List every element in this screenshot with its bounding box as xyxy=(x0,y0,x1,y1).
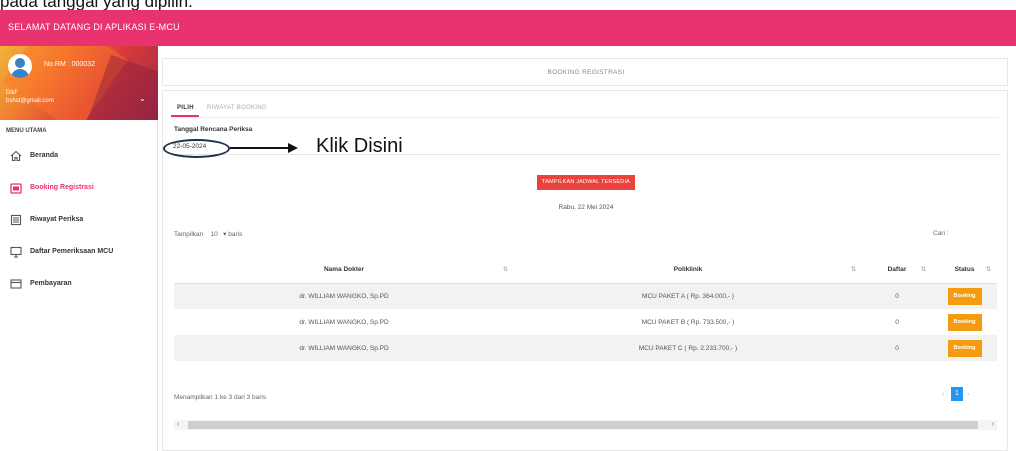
table-row: dr. WILLIAM WANGKO, Sp.PD MCU PAKET B ( … xyxy=(174,309,997,335)
daftar-cell: 0 xyxy=(862,335,932,361)
poliklinik-cell: MCU PAKET C ( Rp. 2.233.700,- ) xyxy=(514,335,862,361)
show-entries-prefix: Tampilkan xyxy=(174,231,204,238)
annotation-arrow xyxy=(230,147,290,149)
column-header-status[interactable]: Status ⇅ xyxy=(932,256,997,284)
sidebar-item-booking[interactable]: Booking Registrasi xyxy=(0,174,158,200)
column-header-poliklinik[interactable]: Poliklinik ⇅ xyxy=(514,256,862,284)
pagination-next[interactable]: › xyxy=(967,391,969,398)
selected-date-text: Rabu, 22 Mei 2024 xyxy=(558,204,614,211)
chevron-down-icon[interactable]: ⌄ xyxy=(139,94,146,103)
app-title: SELAMAT DATANG DI APLIKASI E-MCU xyxy=(8,22,180,32)
home-icon xyxy=(10,150,22,162)
profile-card: No.RM : 000032 D&F bshst@gmail.com ⌄ xyxy=(0,46,158,120)
scroll-left-icon[interactable]: ‹ xyxy=(177,421,179,428)
caption-text: pada tanggal yang dipilih. xyxy=(0,0,193,11)
menu-title: MENU UTAMA xyxy=(6,128,47,134)
daftar-cell: 0 xyxy=(895,318,899,326)
sidebar-item-label: Daftar Pemeriksaan MCU xyxy=(30,248,114,255)
avatar[interactable] xyxy=(8,54,32,78)
annotation-arrow-head xyxy=(288,143,298,153)
sort-icon: ⇅ xyxy=(850,267,856,273)
doctor-cell: dr. WILLIAM WANGKO, Sp.PD xyxy=(174,283,514,309)
medical-record-number: No.RM : 000032 xyxy=(44,61,95,68)
booking-icon xyxy=(10,183,22,194)
page-title: BOOKING REGISTRASI xyxy=(547,69,625,76)
profile-name: D&F xyxy=(6,90,18,96)
date-label: Tanggal Rencana Periksa xyxy=(174,126,253,133)
sidebar-item-label: Riwayat Periksa xyxy=(30,216,84,223)
sidebar-item-label: Pembayaran xyxy=(30,280,72,287)
daftar-cell: 0 xyxy=(862,283,932,309)
pagination-prev[interactable]: ‹ xyxy=(942,391,944,398)
sidebar-item-beranda[interactable]: Beranda xyxy=(0,142,158,168)
page-header: BOOKING REGISTRASI xyxy=(162,58,1008,86)
payment-icon xyxy=(10,279,22,289)
entries-select[interactable]: 10 xyxy=(211,231,218,238)
search-input[interactable] xyxy=(953,225,1005,241)
sort-icon: ⇅ xyxy=(985,267,991,273)
pagination-page[interactable]: 1 xyxy=(951,387,963,401)
monitor-icon xyxy=(10,246,22,258)
show-schedule-button[interactable]: TAMPILKAN JADWAL TERSEDIA xyxy=(537,175,635,190)
sidebar: No.RM : 000032 D&F bshst@gmail.com ⌄ MEN… xyxy=(0,46,158,451)
sidebar-item-label: Booking Registrasi xyxy=(30,184,94,191)
booking-button[interactable]: Booking xyxy=(947,313,982,331)
top-bar: SELAMAT DATANG DI APLIKASI E-MCU xyxy=(0,10,1016,46)
scrollbar-thumb[interactable] xyxy=(188,421,978,429)
search-label: Cari : xyxy=(933,230,949,237)
sort-icon: ⇅ xyxy=(920,267,926,273)
tab-pilih[interactable]: PILIH xyxy=(177,105,194,111)
booking-button[interactable]: Booking xyxy=(947,287,982,305)
table-info: Menampilkan 1 ke 3 dari 3 baris xyxy=(174,394,267,401)
doctor-cell: dr. WILLIAM WANGKO, Sp.PD xyxy=(174,335,514,361)
scroll-right-icon[interactable]: › xyxy=(992,421,994,428)
column-header-doctor[interactable]: Nama Dokter ⇅ xyxy=(174,256,514,284)
table-row: dr. WILLIAM WANGKO, Sp.PD MCU PAKET A ( … xyxy=(174,283,997,309)
booking-button[interactable]: Booking xyxy=(947,339,982,357)
schedule-table: Nama Dokter ⇅ Poliklinik ⇅ Daftar ⇅ Status ⇅… xyxy=(174,256,997,361)
poliklinik-cell: MCU PAKET B ( Rp. 733.500,- ) xyxy=(641,318,735,326)
sidebar-item-label: Beranda xyxy=(30,152,59,159)
sidebar-item-daftar-mcu[interactable]: Daftar Pemeriksaan MCU xyxy=(0,238,158,264)
history-icon xyxy=(10,214,22,226)
sort-icon: ⇅ xyxy=(502,267,508,273)
poliklinik-cell: MCU PAKET A ( Rp. 364.000,- ) xyxy=(514,283,862,309)
annotation-circle xyxy=(163,139,230,158)
horizontal-scrollbar[interactable]: ‹ › xyxy=(174,420,997,430)
show-entries: Tampilkan 10 ▾ baris xyxy=(174,231,243,238)
sidebar-item-riwayat[interactable]: Riwayat Periksa xyxy=(0,206,158,232)
sidebar-item-pembayaran[interactable]: Pembayaran xyxy=(0,270,158,296)
doctor-cell: dr. WILLIAM WANGKO, Sp.PD xyxy=(299,318,389,326)
tab-riwayat-booking[interactable]: RIWAYAT BOOKING xyxy=(207,105,267,111)
main-content: BOOKING REGISTRASI PILIH RIWAYAT BOOKING… xyxy=(162,58,1008,451)
show-entries-suffix: baris xyxy=(228,231,243,238)
table-row: dr. WILLIAM WANGKO, Sp.PD MCU PAKET C ( … xyxy=(174,335,997,361)
annotation-text: Klik Disini xyxy=(316,135,403,157)
column-header-daftar[interactable]: Daftar ⇅ xyxy=(862,256,932,284)
profile-email: bshst@gmail.com xyxy=(6,98,54,104)
